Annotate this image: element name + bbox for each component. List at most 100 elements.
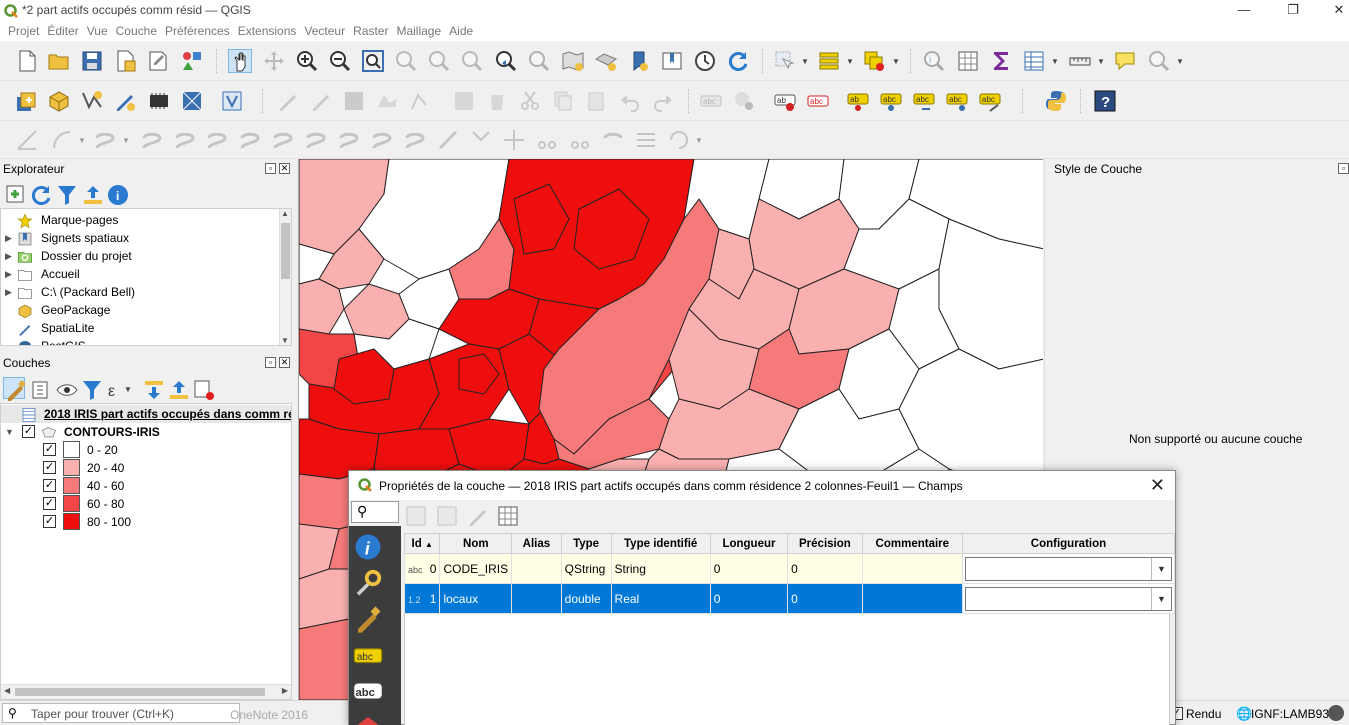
identify-icon[interactable]: i xyxy=(922,49,946,73)
deselect-all-icon[interactable] xyxy=(862,49,886,73)
expand-arrow-icon[interactable]: ▶ xyxy=(5,283,12,301)
undo-icon[interactable] xyxy=(618,89,642,113)
explorer-item-spatialite[interactable]: SpatiaLite xyxy=(1,319,277,337)
save-project-icon[interactable] xyxy=(80,49,104,73)
delete-selected-icon[interactable] xyxy=(485,89,509,113)
style-manager-icon[interactable] xyxy=(180,49,204,73)
comment-cell[interactable] xyxy=(861,553,963,584)
layer-item-contours-iris[interactable]: ▼ ✓ CONTOURS-IRIS xyxy=(1,423,291,441)
locator-search[interactable]: ⚲ Taper pour trouver (Ctrl+K) xyxy=(2,703,240,723)
column-header-id[interactable]: Id ▲ xyxy=(403,533,441,554)
offset-curve-icon[interactable] xyxy=(469,128,493,152)
highlight-pinned-labels-icon[interactable]: ab xyxy=(773,89,797,113)
masks-tab-icon[interactable]: abc xyxy=(353,676,383,706)
reshape-features-icon[interactable] xyxy=(436,128,460,152)
legend-checkbox[interactable]: ✓ xyxy=(43,515,56,528)
toggle-editing-icon[interactable] xyxy=(466,504,490,528)
locator-icon[interactable] xyxy=(1147,49,1171,73)
name-cell[interactable]: CODE_IRIS xyxy=(439,553,513,584)
cut-features-icon[interactable] xyxy=(518,89,542,113)
menu-preferences[interactable]: Préférences xyxy=(161,22,234,41)
configuration-cell[interactable]: ▼ xyxy=(961,583,1176,614)
new-spatialite-icon[interactable] xyxy=(147,89,171,113)
fill-ring-icon[interactable] xyxy=(337,128,361,152)
minimize-button[interactable]: — xyxy=(1221,0,1267,22)
chevron-down-icon[interactable]: ▼ xyxy=(124,385,132,394)
comment-cell[interactable] xyxy=(861,583,963,614)
float-panel-icon[interactable]: ▫ xyxy=(1338,163,1349,174)
chevron-down-icon[interactable]: ▼ xyxy=(846,57,854,66)
advanced-digitizing-icon[interactable] xyxy=(15,128,39,152)
split-features-icon[interactable] xyxy=(502,128,526,152)
redo-icon[interactable] xyxy=(651,89,675,113)
measure-icon[interactable] xyxy=(1068,49,1092,73)
chevron-down-icon[interactable]: ▼ xyxy=(1150,587,1171,610)
new-field-icon[interactable] xyxy=(404,504,428,528)
split-parts-icon[interactable] xyxy=(535,128,559,152)
field-calculator-icon[interactable] xyxy=(956,49,980,73)
offset-point-symbols-icon[interactable] xyxy=(667,128,691,152)
legend-item[interactable]: ✓ 40 - 60 xyxy=(1,477,291,495)
remove-layer-icon[interactable] xyxy=(192,378,214,400)
pin-labels-icon[interactable]: abc xyxy=(806,89,830,113)
attribute-table-select-icon[interactable] xyxy=(817,49,841,73)
menu-couche[interactable]: Couche xyxy=(112,22,161,41)
open-styling-panel-icon[interactable] xyxy=(3,377,26,401)
rotate-point-symbols-icon[interactable] xyxy=(634,128,658,152)
shape-icon[interactable] xyxy=(93,128,117,152)
symbology-tab-icon[interactable] xyxy=(353,604,383,634)
menu-maillage[interactable]: Maillage xyxy=(392,22,445,41)
add-feature-icon[interactable] xyxy=(375,89,399,113)
new-geopackage-icon[interactable] xyxy=(47,89,71,113)
delete-part-icon[interactable] xyxy=(403,128,427,152)
configuration-cell[interactable]: ▼ xyxy=(961,553,1176,584)
table-row[interactable]: 1.2 1 locaux double Real 0 0 ▼ xyxy=(403,583,1176,614)
column-header-longueur[interactable]: Longueur xyxy=(709,533,789,554)
change-label-icon[interactable]: abc xyxy=(945,89,969,113)
column-header-commentaire[interactable]: Commentaire xyxy=(861,533,963,554)
legend-item[interactable]: ✓ 60 - 80 xyxy=(1,495,291,513)
new-shapefile-icon[interactable] xyxy=(80,89,104,113)
filter-expression-icon[interactable]: ε xyxy=(106,378,124,400)
new-bookmark-icon[interactable] xyxy=(627,49,651,73)
chevron-down-icon[interactable]: ▼ xyxy=(78,136,86,145)
merge-attributes-icon[interactable] xyxy=(601,128,625,152)
close-dialog-button[interactable]: ✕ xyxy=(1150,475,1165,496)
labels-tab-icon[interactable]: abc xyxy=(353,640,383,670)
close-window-button[interactable]: ✕ xyxy=(1316,0,1349,22)
menu-editer[interactable]: Éditer xyxy=(43,22,82,41)
save-edits-icon[interactable] xyxy=(342,89,366,113)
layer-item-table[interactable]: 2018 IRIS part actifs occupés dans comm … xyxy=(1,405,291,423)
alias-cell[interactable] xyxy=(511,583,562,614)
add-ring-icon[interactable] xyxy=(271,128,295,152)
chevron-down-icon[interactable]: ▼ xyxy=(801,57,809,66)
rotate-label-icon[interactable]: abc xyxy=(912,89,936,113)
simplify-feature-icon[interactable] xyxy=(238,128,262,152)
menu-vue[interactable]: Vue xyxy=(83,22,112,41)
zoom-out-icon[interactable] xyxy=(328,49,352,73)
layer-visibility-checkbox[interactable]: ✓ xyxy=(22,425,35,438)
diagrams-tab-icon[interactable] xyxy=(353,712,383,725)
column-header-nom[interactable]: Nom xyxy=(439,533,513,554)
crs-label[interactable]: IGNF:LAMB93 xyxy=(1251,707,1329,721)
move-feature-icon[interactable] xyxy=(140,128,164,152)
zoom-next-icon[interactable] xyxy=(527,49,551,73)
statistics-icon[interactable] xyxy=(989,49,1013,73)
pan-to-selection-icon[interactable] xyxy=(262,49,286,73)
add-group-icon[interactable] xyxy=(29,378,48,399)
refresh-icon[interactable] xyxy=(29,183,51,205)
layer-diagram-icon[interactable] xyxy=(732,89,756,113)
legend-item[interactable]: ✓ 0 - 20 xyxy=(1,441,291,459)
messages-icon[interactable] xyxy=(1328,705,1344,721)
map-tips-icon[interactable] xyxy=(1113,49,1137,73)
column-header-alias[interactable]: Alias xyxy=(511,533,562,554)
open-project-icon[interactable] xyxy=(47,49,71,73)
explorer-item-bookmarks[interactable]: Marque-pages xyxy=(1,211,277,229)
menu-aide[interactable]: Aide xyxy=(445,22,477,41)
table-row[interactable]: abc 0 CODE_IRIS QString String 0 0 ▼ xyxy=(403,553,1176,584)
collapse-arrow-icon[interactable]: ▼ xyxy=(5,423,14,441)
zoom-to-selection-icon[interactable] xyxy=(394,49,418,73)
menu-extensions[interactable]: Extensions xyxy=(234,22,301,41)
copy-move-feature-icon[interactable] xyxy=(173,128,197,152)
field-calculator-icon[interactable] xyxy=(496,504,520,528)
